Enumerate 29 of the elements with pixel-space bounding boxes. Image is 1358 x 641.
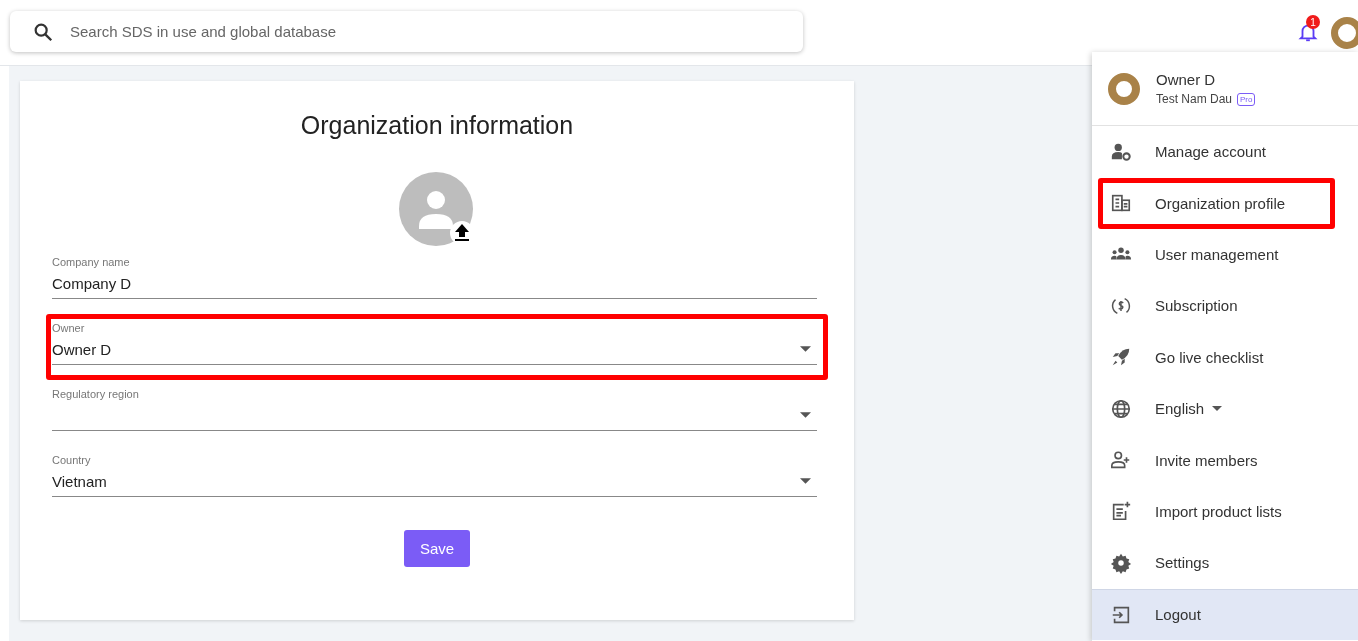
avatar-icon (1108, 72, 1140, 105)
menu-item[interactable]: Import product lists (1103, 490, 1330, 532)
menu-item[interactable]: English (1103, 388, 1330, 430)
user-name: Owner D (1156, 71, 1217, 88)
select-field[interactable]: Country Vietnam (52, 454, 817, 497)
caret-icon (800, 412, 811, 418)
form-title: Organization information (299, 111, 575, 140)
menu-item[interactable]: Invite members (1103, 439, 1330, 481)
select-field[interactable]: Owner Owner D (52, 322, 817, 365)
menu-item[interactable]: Logout (1092, 588, 1358, 640)
avatar-icon[interactable] (1331, 17, 1358, 49)
menu-item[interactable]: User management (1103, 233, 1330, 275)
plan-badge: Pro (1237, 92, 1256, 106)
notification-badge: 1 (1306, 15, 1320, 29)
menu-item[interactable]: Subscription (1103, 285, 1330, 327)
caret-icon (800, 478, 811, 484)
text-field[interactable]: Company name Company D (52, 256, 817, 299)
search-field[interactable]: Search SDS in use and global database (68, 22, 803, 41)
document-plus-icon (1110, 500, 1132, 523)
menu-item[interactable]: Organization profile (1103, 182, 1330, 224)
caret-icon (1212, 406, 1223, 412)
caret-icon (800, 346, 811, 352)
select-field[interactable]: Regulatory region (52, 388, 817, 431)
menu-item[interactable]: Go live checklist (1103, 336, 1330, 378)
menu-item[interactable]: Settings (1103, 542, 1330, 584)
organization-name: Test Nam Dau (1156, 92, 1233, 106)
menu-item[interactable]: Manage account (1103, 131, 1330, 173)
save-button[interactable]: Save (403, 530, 471, 567)
globe-icon (1110, 397, 1132, 420)
